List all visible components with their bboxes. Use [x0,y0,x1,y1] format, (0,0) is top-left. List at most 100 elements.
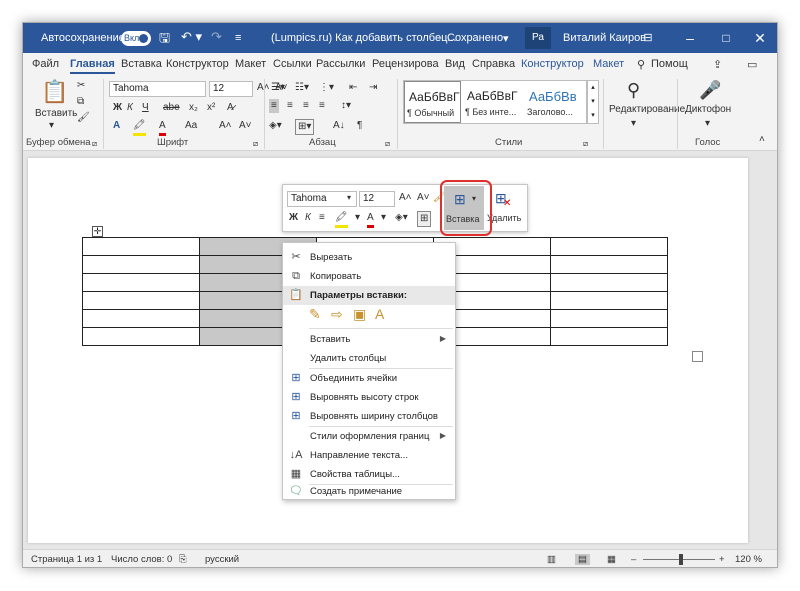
table-cell[interactable] [550,273,668,292]
user-avatar[interactable]: Ра [525,27,551,49]
paste-icon[interactable]: 📋 [41,79,68,105]
styles-scroll[interactable]: ▴ ▾ ▾ [587,80,599,124]
align-right-icon[interactable]: ≡ [303,99,309,113]
tab-table-layout[interactable]: Макет [593,58,624,70]
word-count[interactable]: Число слов: 0 [111,554,172,565]
maximize-icon[interactable]: □ [709,23,743,53]
clipboard-launcher-icon[interactable]: ⧄ [92,137,97,151]
align-left-icon[interactable]: ≡ [269,99,279,113]
ribbon-display-icon[interactable]: ⊟ [631,23,665,53]
tab-view[interactable]: Вид [445,58,465,70]
paragraph-launcher-icon[interactable]: ⧄ [385,137,390,151]
dictate-label[interactable]: Диктофон [685,103,731,117]
font-name-combo[interactable]: Tahoma [109,81,206,97]
zoom-slider-thumb[interactable] [679,554,683,565]
mini-size-combo[interactable]: 12 [359,191,395,207]
clear-formatting-icon[interactable]: A̷ [227,101,234,115]
autosave-toggle[interactable]: Вкл. [121,31,151,46]
styles-launcher-icon[interactable]: ⧄ [583,137,588,151]
strikethrough-button[interactable]: abe [163,101,180,115]
tab-layout[interactable]: Макет [235,58,266,70]
microphone-icon[interactable]: 🎤 [699,79,721,101]
comments-icon[interactable]: ▭ [747,58,757,71]
table-cell[interactable] [82,255,200,274]
shrink-font-2-icon[interactable]: A˅ [239,119,252,133]
multilevel-list-icon[interactable]: ⋮▾ [319,81,334,95]
web-layout-icon[interactable]: ▦ [607,554,616,565]
style-no-spacing[interactable]: АаБбВвГ ¶ Без инте... [463,81,523,123]
proofing-icon[interactable]: ⎘ [179,554,187,565]
menu-item-cut[interactable]: ✂ Вырезать [283,248,455,267]
editing-chevron-icon[interactable]: ▾ [631,117,636,131]
justify-icon[interactable]: ≡ [319,99,325,113]
zoom-out-icon[interactable]: – [631,554,636,565]
paste-merge-formatting-icon[interactable]: ⇨ [331,306,349,324]
font-launcher-icon[interactable]: ⧄ [253,137,258,151]
menu-item-distribute-columns[interactable]: ⊞ Выровнять ширину столбцов [283,407,455,426]
tab-design[interactable]: Конструктор [166,58,229,70]
zoom-in-icon[interactable]: + [719,554,725,565]
style-normal[interactable]: АаБбВвГ ¶ Обычный [404,81,461,123]
mini-delete-label[interactable]: Удалить [487,211,521,225]
paste-picture-icon[interactable]: ▣ [353,306,371,324]
shading-icon[interactable]: ◈▾ [269,119,282,133]
mini-italic-button[interactable]: К [305,211,311,225]
mini-shrink-font-icon[interactable]: A˅ [417,191,430,205]
mini-font-color-chevron-icon[interactable]: ▾ [381,211,386,225]
mini-highlight-chevron-icon[interactable]: ▾ [355,211,360,225]
mini-align-icon[interactable]: ≡ [319,211,325,225]
superscript-button[interactable]: x² [207,101,215,115]
save-status-chevron-icon[interactable]: ▾ [503,32,509,45]
tab-references[interactable]: Ссылки [273,58,312,70]
table-cell[interactable] [82,273,200,292]
underline-button[interactable]: Ч [142,101,149,115]
subscript-button[interactable]: x₂ [189,101,198,115]
change-case-button[interactable]: Aa [185,119,197,133]
collapse-ribbon-icon[interactable]: ˄ [759,133,765,147]
table-cell[interactable] [550,291,668,310]
show-marks-icon[interactable]: ¶ [357,119,362,133]
tab-table-design[interactable]: Конструктор [521,58,584,70]
zoom-level[interactable]: 120 % [735,554,762,565]
vertical-scrollbar[interactable] [762,156,774,544]
menu-item-new-comment[interactable]: 🗨 Создать примечание [283,482,455,501]
read-mode-icon[interactable]: ▥ [547,554,556,565]
menu-item-copy[interactable]: ⧉ Копировать [283,267,455,286]
dictate-chevron-icon[interactable]: ▾ [705,117,710,131]
language-label[interactable]: русский [205,554,239,565]
menu-item-delete-columns[interactable]: Удалить столбцы [283,349,455,368]
tab-help[interactable]: Справка [472,58,515,70]
page-count[interactable]: Страница 1 из 1 [31,554,102,565]
mini-font-color-icon[interactable]: A [367,211,374,228]
copy-icon[interactable]: ⧉ [77,95,84,109]
menu-item-insert[interactable]: Вставить ▶ [283,330,455,349]
tab-mailings[interactable]: Рассылки [316,58,365,70]
paste-keep-source-icon[interactable]: ✎ [309,306,327,324]
undo-icon[interactable]: ↶ ▾ [181,29,202,45]
table-cell[interactable] [82,237,200,256]
quick-access-dropdown-icon[interactable]: ≡ [235,32,241,44]
font-color-icon[interactable]: A [159,119,166,136]
find-icon[interactable]: ⚲ [627,79,640,101]
numbering-icon[interactable]: ☷▾ [295,81,309,95]
table-cell[interactable] [82,291,200,310]
minimize-icon[interactable]: – [673,23,707,53]
align-center-icon[interactable]: ≡ [287,99,293,113]
table-resize-handle[interactable] [692,351,703,362]
sort-icon[interactable]: A↓ [333,119,345,133]
borders-icon[interactable]: ⊞▾ [295,119,315,135]
mini-bold-button[interactable]: Ж [289,211,298,225]
redo-icon[interactable]: ↷ [211,29,222,45]
mini-grow-font-icon[interactable]: A˄ [399,191,412,205]
close-icon[interactable]: ✕ [743,23,777,53]
table-cell[interactable] [550,327,668,346]
line-spacing-icon[interactable]: ↕▾ [341,99,351,113]
tab-insert[interactable]: Вставка [121,58,162,70]
menu-item-border-styles[interactable]: Стили оформления границ ▶ [283,427,455,446]
table-cell[interactable] [550,255,668,274]
menu-item-text-direction[interactable]: ↓A Направление текста... [283,446,455,465]
highlight-color-icon[interactable]: 🖍 [133,119,146,136]
grow-font-2-icon[interactable]: A˄ [219,119,232,133]
tab-file[interactable]: Файл [32,58,59,70]
save-icon[interactable]: 🖫 [159,29,170,51]
